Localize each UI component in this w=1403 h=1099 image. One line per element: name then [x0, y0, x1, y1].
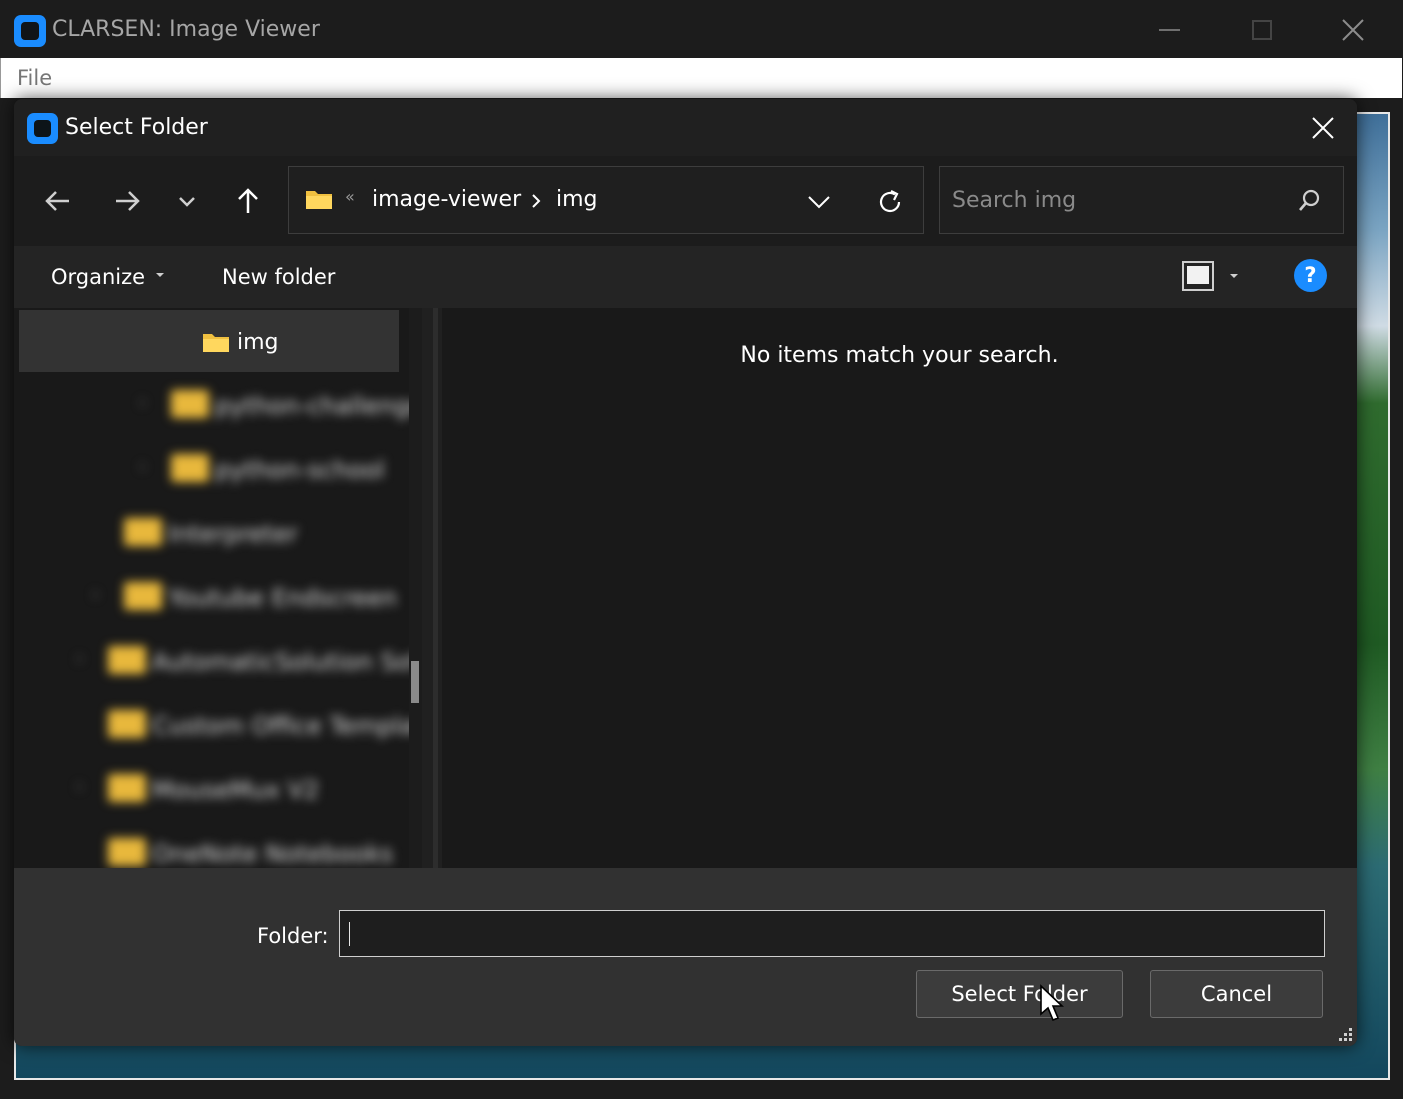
close-window-button[interactable]: [1324, 8, 1384, 52]
nav-item-label: MouseMux V2: [152, 776, 320, 804]
arrow-right-icon: [116, 191, 140, 211]
nav-item[interactable]: Interpreter: [92, 508, 409, 558]
nav-item-label: python-challenge: [215, 392, 409, 420]
chevron-right-icon[interactable]: ›: [76, 648, 83, 669]
folder-icon: [108, 838, 146, 866]
chevron-right-icon[interactable]: ›: [76, 776, 83, 797]
nav-pane-scrollbar[interactable]: [409, 308, 422, 868]
folder-icon: [306, 191, 332, 209]
forward-button[interactable]: [107, 181, 147, 221]
mouse-cursor-icon: [1040, 984, 1064, 1022]
help-button[interactable]: ?: [1294, 259, 1327, 292]
scrollbar-thumb[interactable]: [411, 661, 419, 703]
nav-item-label: Interpreter: [168, 520, 298, 548]
dialog-title: Select Folder: [65, 115, 208, 140]
back-button[interactable]: [38, 181, 78, 221]
refresh-icon[interactable]: [873, 185, 907, 219]
arrow-left-icon: [45, 191, 69, 211]
chevron-right-icon[interactable]: ›: [139, 456, 146, 477]
pane-splitter[interactable]: [433, 308, 438, 868]
app-logo-icon: [14, 15, 46, 47]
folder-label: Folder:: [257, 924, 329, 948]
search-icon[interactable]: [1295, 187, 1323, 215]
nav-item-label: python-school: [215, 456, 385, 484]
chevron-down-icon: [179, 197, 195, 207]
nav-item[interactable]: OneNote Notebooks: [76, 828, 409, 868]
preview-pane-icon[interactable]: [1182, 260, 1214, 292]
breadcrumb-item-image-viewer[interactable]: image-viewer: [372, 187, 521, 212]
folder-icon: [108, 774, 146, 802]
arrow-up-icon: [238, 188, 258, 213]
maximize-button[interactable]: [1231, 8, 1291, 52]
text-caret: [349, 922, 350, 946]
nav-item[interactable]: Custom Office Templates: [76, 700, 409, 750]
folder-icon: [171, 390, 209, 418]
app-titlebar: CLARSEN: Image Viewer: [0, 0, 1403, 58]
search-box[interactable]: Search img: [939, 166, 1344, 234]
chevron-right-icon[interactable]: [529, 191, 543, 211]
nav-item[interactable]: › python-challenge: [139, 380, 409, 430]
caret-down-icon: [156, 273, 164, 277]
nav-item-label: AutomaticSolution Software: [152, 648, 409, 676]
chevron-right-icon[interactable]: ›: [139, 392, 146, 413]
folder-icon: [124, 518, 162, 546]
chevron-right-icon[interactable]: ›: [92, 584, 99, 605]
select-folder-dialog: Select Folder « image-viewer img Search …: [14, 99, 1357, 1046]
breadcrumb-overflow[interactable]: «: [345, 187, 355, 206]
resize-grip-icon[interactable]: [1333, 1024, 1355, 1046]
breadcrumb-item-img[interactable]: img: [556, 187, 598, 212]
recent-locations-button[interactable]: [167, 181, 207, 221]
menubar: File: [0, 58, 1402, 98]
folder-icon: [108, 646, 146, 674]
folder-icon: [203, 334, 229, 352]
empty-message: No items match your search.: [740, 343, 1059, 368]
up-button[interactable]: [228, 181, 268, 221]
nav-item[interactable]: › python-school: [139, 444, 409, 494]
minimize-button[interactable]: [1139, 8, 1199, 52]
menu-file[interactable]: File: [17, 66, 52, 90]
app-title: CLARSEN: Image Viewer: [52, 17, 320, 42]
chevron-down-icon[interactable]: [803, 187, 835, 217]
close-icon: [1312, 117, 1334, 139]
dialog-close-button[interactable]: [1299, 106, 1347, 150]
file-list[interactable]: No items match your search.: [442, 308, 1357, 868]
navigation-pane: img › python-challenge › python-school I…: [14, 308, 409, 868]
select-folder-button[interactable]: Select Folder: [916, 970, 1123, 1018]
view-options-caret-icon[interactable]: [1230, 274, 1238, 278]
navigation-bar: « image-viewer img Search img: [14, 156, 1357, 246]
nav-item[interactable]: › Youtube Endscreen: [92, 572, 409, 622]
address-bar[interactable]: « image-viewer img: [288, 166, 924, 234]
nav-item-label: img: [237, 330, 279, 355]
nav-item[interactable]: › MouseMux V2: [76, 764, 409, 814]
nav-item-selected[interactable]: img: [19, 310, 399, 372]
search-input[interactable]: Search img: [952, 188, 1076, 213]
dialog-titlebar: Select Folder: [14, 99, 1357, 156]
folder-icon: [124, 582, 162, 610]
nav-item-label: Youtube Endscreen: [168, 584, 398, 612]
dialog-logo-icon: [27, 113, 58, 144]
folder-name-input[interactable]: [339, 910, 1325, 957]
dialog-footer: Folder: Select Folder Cancel: [14, 868, 1357, 1046]
folder-icon: [108, 710, 146, 738]
nav-item[interactable]: › AutomaticSolution Software: [76, 636, 409, 686]
organize-button[interactable]: Organize: [51, 265, 145, 289]
folder-icon: [171, 454, 209, 482]
nav-item-label: Custom Office Templates: [152, 712, 409, 740]
nav-item-label: OneNote Notebooks: [152, 840, 394, 868]
close-icon: [1342, 19, 1364, 41]
command-bar: Organize New folder ?: [14, 246, 1357, 308]
cancel-button[interactable]: Cancel: [1150, 970, 1323, 1018]
new-folder-button[interactable]: New folder: [222, 265, 335, 289]
